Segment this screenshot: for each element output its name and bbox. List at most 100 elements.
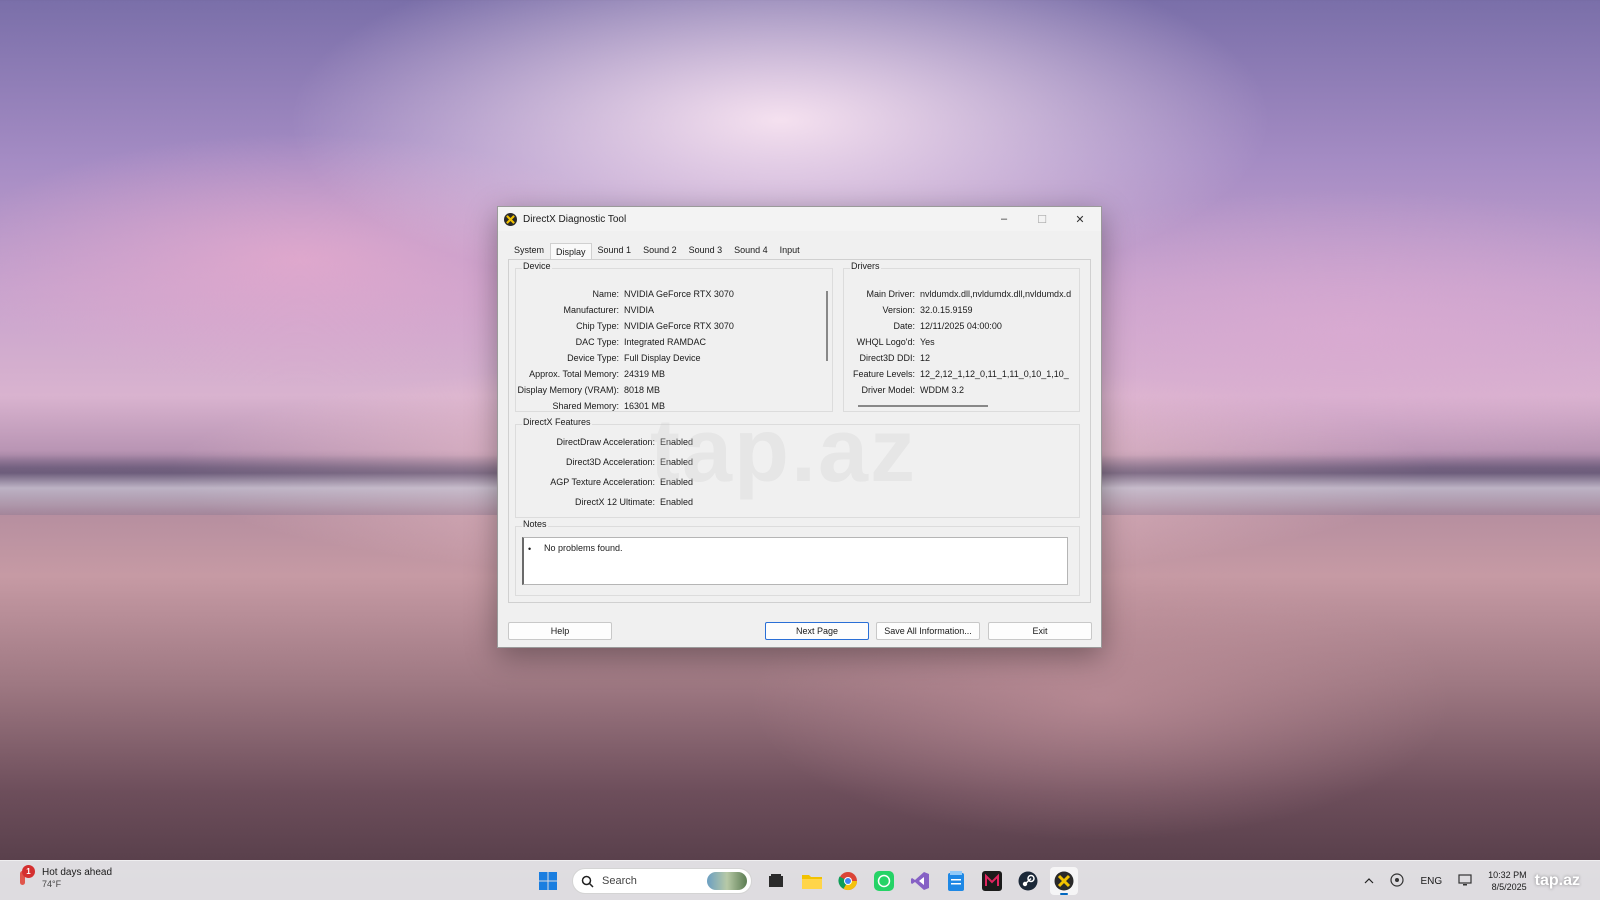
device-value: 8018 MB (624, 385, 661, 395)
notes-textbox[interactable]: • No problems found. (522, 537, 1068, 585)
task-view-icon[interactable] (762, 867, 790, 895)
visual-studio-icon[interactable] (906, 867, 934, 895)
monitor-icon[interactable] (1458, 873, 1472, 889)
window-title: DirectX Diagnostic Tool (523, 213, 627, 225)
driver-key: Main Driver: (866, 289, 915, 299)
weather-title: Hot days ahead (42, 867, 113, 878)
title-bar[interactable]: DirectX Diagnostic Tool – ☐ ✕ (498, 207, 1101, 231)
tab-bar: System Display Sound 1 Sound 2 Sound 3 S… (508, 241, 806, 260)
next-page-button[interactable]: Next Page (765, 622, 869, 640)
search-highlight-image (707, 872, 747, 890)
driver-value: 12/11/2025 04:00:00 (920, 321, 1002, 331)
tab-sound-4[interactable]: Sound 4 (728, 241, 774, 259)
taskbar-watermark: tap.az (1534, 872, 1580, 889)
whatsapp-icon[interactable] (870, 867, 898, 895)
driver-key: Date: (893, 321, 915, 331)
driver-key: Version: (882, 305, 915, 315)
device-key: Approx. Total Memory: (529, 369, 619, 379)
driver-row-date: Date: 12/11/2025 04:00:00 (844, 321, 1002, 333)
driver-row-main-driver: Main Driver: nvldumdx.dll,nvldumdx.dll,n… (844, 289, 1079, 301)
device-key: Device Type: (567, 353, 619, 363)
maximize-button[interactable]: ☐ (1023, 207, 1061, 231)
device-value: 24319 MB (624, 369, 666, 379)
minimize-button[interactable]: – (985, 207, 1023, 231)
driver-value: 12 (920, 353, 931, 363)
device-row-vram: Display Memory (VRAM): 8018 MB (516, 385, 660, 397)
weather-widget[interactable]: 1 Hot days ahead 74°F (16, 865, 113, 889)
notes-bullet: • (528, 544, 532, 554)
system-clock[interactable]: 10:32 PM 8/5/2025 (1488, 869, 1527, 893)
driver-key: Driver Model: (861, 385, 915, 395)
driver-key: WHQL Logo'd: (856, 337, 915, 347)
driver-row-ddi: Direct3D DDI: 12 (844, 353, 930, 365)
device-scrollbar[interactable] (826, 291, 828, 361)
close-button[interactable]: ✕ (1061, 207, 1099, 231)
notes-group: Notes • No problems found. (515, 519, 1080, 596)
drivers-group-label: Drivers (850, 261, 881, 271)
tab-sound-3[interactable]: Sound 3 (683, 241, 729, 259)
chevron-up-icon[interactable] (1364, 876, 1374, 887)
driver-row-feature-levels: Feature Levels: 12_2,12_1,12_0,11_1,11_0… (844, 369, 1079, 381)
directx-taskbar-icon[interactable] (1050, 867, 1078, 895)
save-all-information-button[interactable]: Save All Information... (876, 622, 980, 640)
driver-key: Feature Levels: (852, 369, 915, 379)
exit-button[interactable]: Exit (988, 622, 1092, 640)
notes-text: No problems found. (544, 543, 623, 553)
weather-temperature: 74°F (42, 879, 62, 889)
directx-icon (504, 212, 517, 226)
driver-value: Yes (920, 337, 935, 347)
feature-key: DirectDraw Acceleration: (556, 437, 655, 447)
system-tray: ENG 10:32 PM 8/5/2025 tap.az (1356, 861, 1588, 900)
device-row-manufacturer: Manufacturer: NVIDIA (516, 305, 654, 317)
network-icon[interactable] (1390, 872, 1405, 890)
driver-row-driver-model: Driver Model: WDDM 3.2 (844, 385, 964, 397)
weather-alert-badge: 1 (22, 865, 35, 878)
device-value: Full Display Device (624, 353, 701, 363)
device-row-chip-type: Chip Type: NVIDIA GeForce RTX 3070 (516, 321, 734, 333)
thermometer-icon: 1 (16, 865, 35, 887)
driver-value: 12_2,12_1,12_0,11_1,11_0,10_1,10_ (920, 369, 1069, 379)
device-row-name: Name: NVIDIA GeForce RTX 3070 (516, 289, 734, 301)
help-button[interactable]: Help (508, 622, 612, 640)
start-windows-icon[interactable] (534, 867, 562, 895)
taskbar: 1 Hot days ahead 74°F Search ENG 10:32 P… (0, 860, 1600, 900)
tab-input[interactable]: Input (774, 241, 806, 259)
tab-sound-1[interactable]: Sound 1 (592, 241, 638, 259)
language-indicator[interactable]: ENG (1420, 876, 1442, 887)
file-explorer-icon[interactable] (798, 867, 826, 895)
device-row-total-memory: Approx. Total Memory: 24319 MB (516, 369, 665, 381)
tab-display[interactable]: Display (550, 243, 592, 260)
device-key: Name: (592, 289, 619, 299)
device-value: Integrated RAMDAC (624, 337, 707, 347)
driver-value: WDDM 3.2 (920, 385, 965, 395)
driver-value: nvldumdx.dll,nvldumdx.dll,nvldumdx.d (920, 289, 1072, 299)
device-row-shared-memory: Shared Memory: 16301 MB (516, 401, 665, 413)
device-value: NVIDIA GeForce RTX 3070 (624, 289, 734, 299)
device-key: Shared Memory: (552, 401, 619, 411)
tab-sound-2[interactable]: Sound 2 (637, 241, 683, 259)
drivers-group: Drivers Main Driver: nvldumdx.dll,nvldum… (843, 261, 1080, 412)
search-icon (581, 875, 594, 888)
driver-row-whql: WHQL Logo'd: Yes (844, 337, 935, 349)
search-placeholder: Search (602, 875, 637, 887)
clock-date: 8/5/2025 (1491, 882, 1527, 892)
driver-key: Direct3D DDI: (859, 353, 915, 363)
device-row-device-type: Device Type: Full Display Device (516, 353, 701, 365)
chrome-icon[interactable] (834, 867, 862, 895)
driver-value: 32.0.15.9159 (920, 305, 973, 315)
device-value: NVIDIA GeForce RTX 3070 (624, 321, 734, 331)
device-key: Display Memory (VRAM): (517, 385, 619, 395)
device-key: Manufacturer: (563, 305, 619, 315)
taskbar-apps: Search (530, 867, 1082, 895)
feature-key: Direct3D Acceleration: (565, 457, 655, 467)
steam-icon[interactable] (1014, 867, 1042, 895)
feature-key: AGP Texture Acceleration: (550, 477, 655, 487)
driver-row-version: Version: 32.0.15.9159 (844, 305, 973, 317)
device-key: Chip Type: (576, 321, 619, 331)
notepad-icon[interactable] (942, 867, 970, 895)
media-app-icon[interactable] (978, 867, 1006, 895)
taskbar-search-box[interactable]: Search (572, 868, 752, 894)
device-key: DAC Type: (575, 337, 619, 347)
device-group: Device Name: NVIDIA GeForce RTX 3070 Man… (515, 261, 833, 413)
tab-system[interactable]: System (508, 241, 550, 259)
